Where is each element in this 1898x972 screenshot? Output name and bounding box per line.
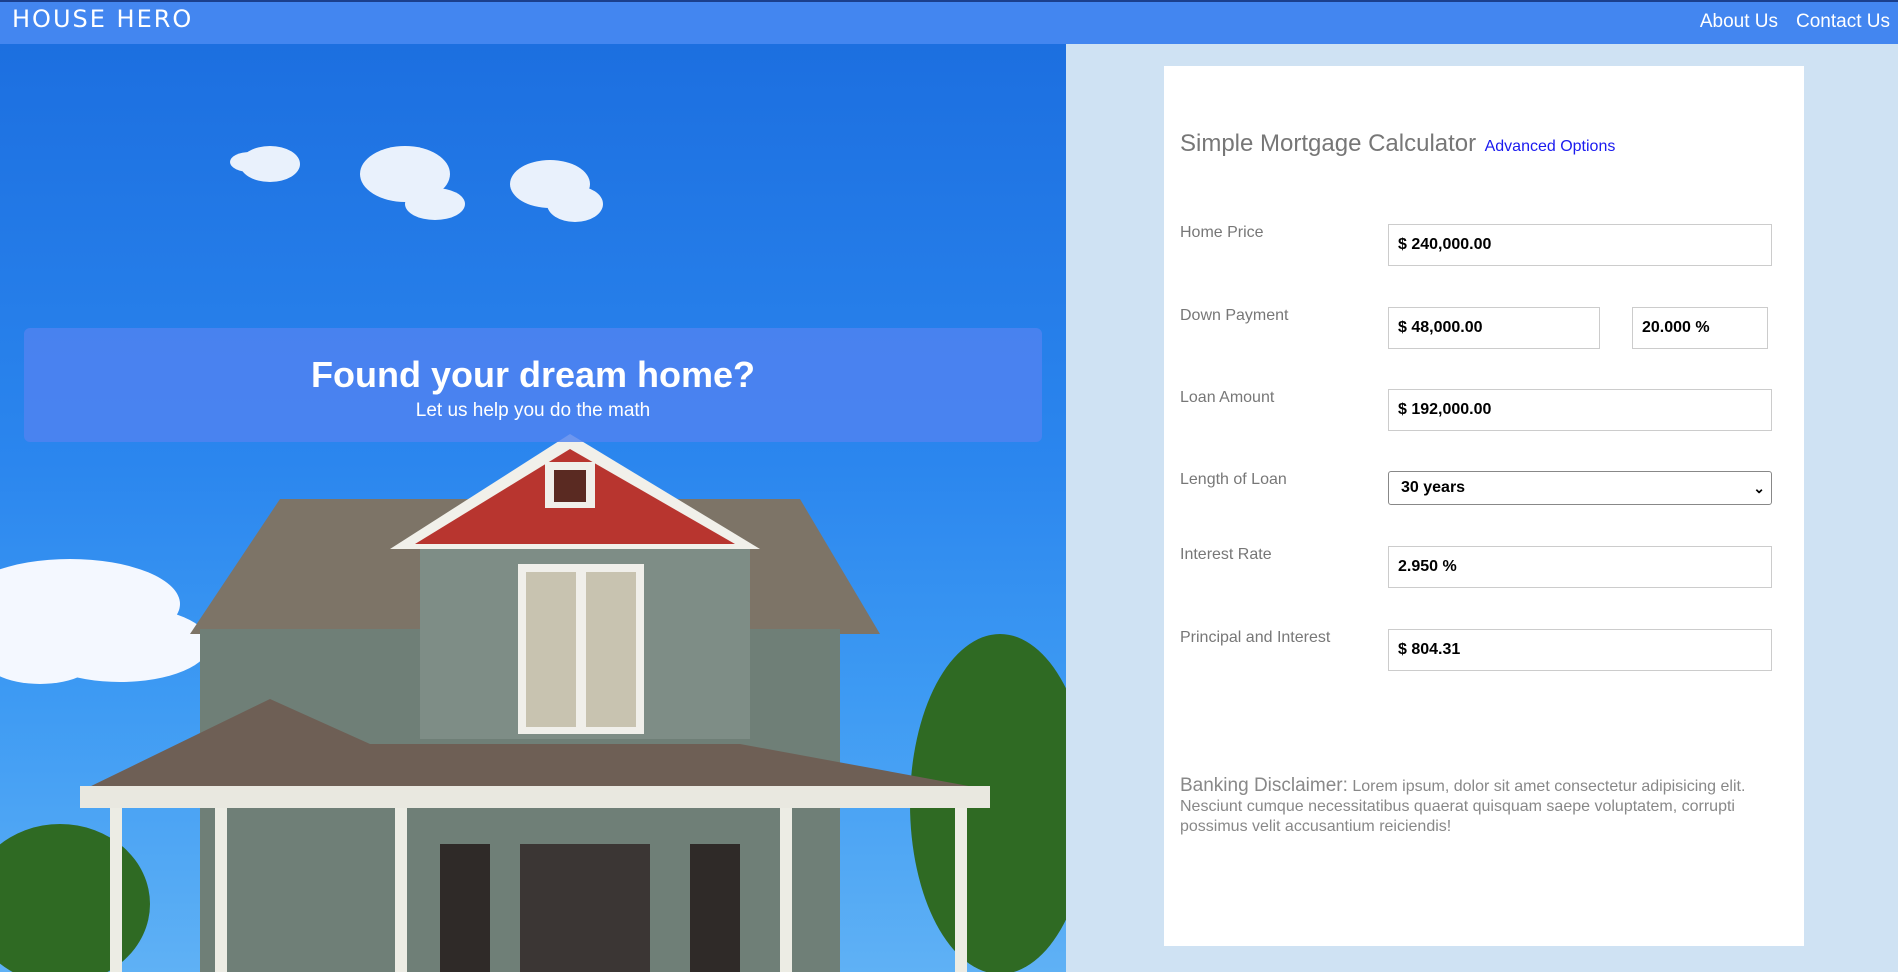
down-payment-input[interactable]: $ 48,000.00 — [1388, 307, 1600, 349]
hero-banner: Found your dream home? Let us help you d… — [24, 328, 1042, 442]
interest-rate-input[interactable]: 2.950 % — [1388, 546, 1772, 588]
chevron-down-icon: ⌄ — [1753, 480, 1765, 496]
loan-length-select[interactable]: 30 years ⌄ — [1388, 471, 1772, 505]
hero-image: Found your dream home? Let us help you d… — [0, 44, 1066, 972]
principal-interest-label: Principal and Interest — [1180, 629, 1331, 646]
banking-disclaimer: Banking Disclaimer: Lorem ipsum, dolor s… — [1180, 776, 1770, 837]
loan-amount-input[interactable]: $ 192,000.00 — [1388, 389, 1772, 431]
mortgage-calculator-panel: Simple Mortgage Calculator Advanced Opti… — [1164, 66, 1804, 946]
advanced-options-link[interactable]: Advanced Options — [1485, 138, 1616, 155]
hero-title: Found your dream home? — [310, 354, 756, 395]
loan-amount-label: Loan Amount — [1180, 389, 1275, 406]
home-price-label: Home Price — [1180, 224, 1264, 241]
nav-contact-us-link[interactable]: Contact Us — [1796, 11, 1890, 33]
house-illustration — [0, 146, 1066, 972]
hero-subtitle: Let us help you do the math — [415, 400, 651, 421]
nav-about-us-link[interactable]: About Us — [1700, 11, 1778, 33]
down-payment-percent-input[interactable]: 20.000 % — [1632, 307, 1768, 349]
down-payment-label: Down Payment — [1180, 307, 1289, 324]
calculator-header: Simple Mortgage Calculator Advanced Opti… — [1180, 130, 1615, 158]
principal-interest-output: $ 804.31 — [1388, 629, 1772, 671]
loan-length-label: Length of Loan — [1180, 471, 1287, 488]
home-price-input[interactable]: $ 240,000.00 — [1388, 224, 1772, 266]
disclaimer-label: Banking Disclaimer: — [1180, 775, 1348, 796]
calculator-title: Simple Mortgage Calculator — [1180, 130, 1477, 157]
brand-logo[interactable]: HOUSE HERO — [12, 5, 193, 33]
loan-length-value: 30 years — [1401, 479, 1466, 496]
interest-rate-label: Interest Rate — [1180, 546, 1272, 563]
nav-links: About Us Contact Us — [1700, 11, 1890, 33]
top-navbar: HOUSE HERO About Us Contact Us — [0, 0, 1898, 44]
